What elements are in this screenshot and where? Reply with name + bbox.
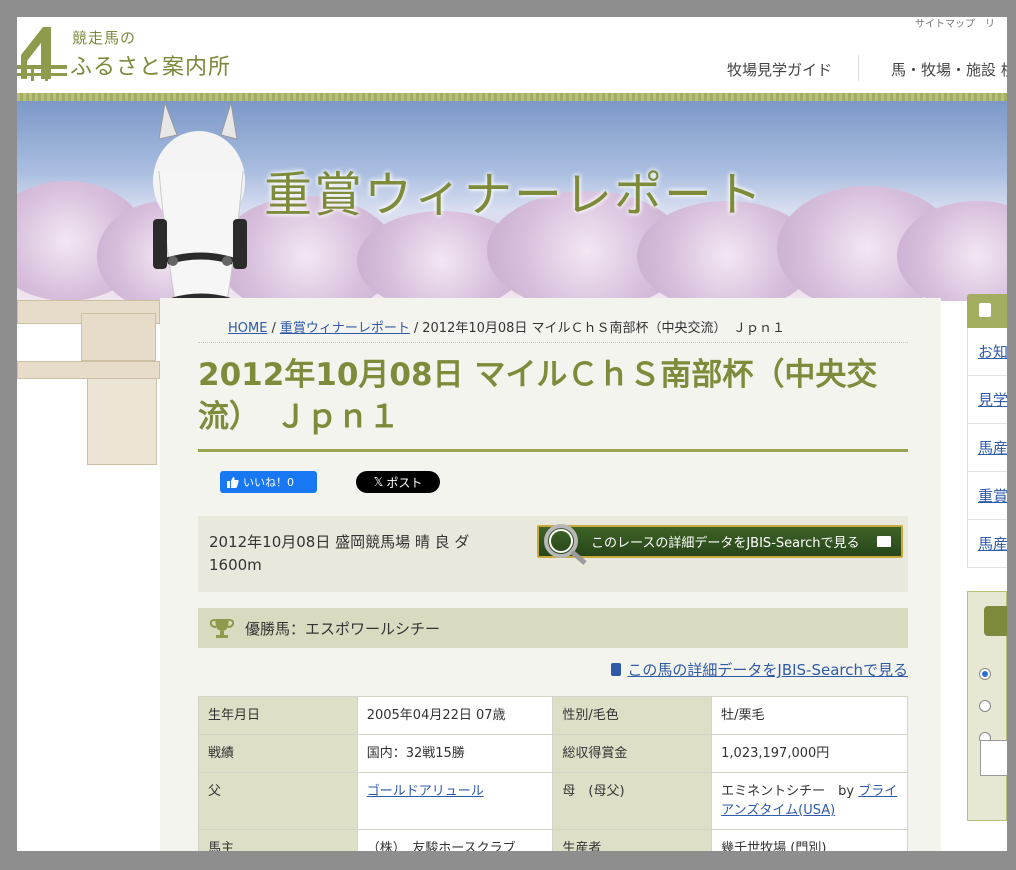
fence-rail xyxy=(17,361,160,379)
table-header-cell: 総収得賞金 xyxy=(552,734,713,773)
sidebar-item-breeding-area-2[interactable]: 馬産 xyxy=(968,520,1007,568)
search-type-radio[interactable] xyxy=(979,700,991,712)
table-value-cell: 牡/栗毛 xyxy=(711,696,908,735)
info-icon xyxy=(611,663,622,676)
winner-label: 優勝馬：エスポワールシチー xyxy=(245,619,441,638)
title-underline xyxy=(198,449,908,452)
x-post-button[interactable]: 𝕏 ポスト xyxy=(356,471,440,493)
trophy-icon xyxy=(210,619,234,638)
header-stripe xyxy=(17,93,1007,101)
horse-info-table: 生年月日 2005年04月22日 07歳 性別/毛色 牡/栗毛 戦績 国内：32… xyxy=(198,696,908,851)
race-info-box: 2012年10月08日 盛岡競馬場 晴 良 ダ 1600m このレースの詳細デー… xyxy=(198,516,908,592)
page: 競走馬の ふるさと案内所 サイトマップ リ 牧場見学ガイド 馬・牧場・施設 検 … xyxy=(17,17,1007,851)
sidebar-item-graded-winners[interactable]: 重賞 xyxy=(968,472,1007,520)
table-value-cell: 国内：32戦15勝 xyxy=(356,734,554,773)
logo-title: ふるさと案内所 xyxy=(70,55,232,80)
table-header-cell: 戦績 xyxy=(198,734,358,773)
site-header: 競走馬の ふるさと案内所 サイトマップ リ 牧場見学ガイド 馬・牧場・施設 検 xyxy=(17,17,1007,101)
jbis-race-button-label: このレースの詳細データをJBIS-Searchで見る xyxy=(591,536,860,551)
winner-bar: 優勝馬：エスポワールシチー xyxy=(198,608,908,648)
jbis-horse-link-label: この馬の詳細データをJBIS-Searchで見る xyxy=(627,661,908,679)
table-value-cell: 幾千世牧場 (門別) xyxy=(711,829,908,851)
nav-divider xyxy=(858,55,859,81)
table-value-cell: ゴールドアリュール xyxy=(356,772,554,830)
breadcrumb-current: 2012年10月08日 マイルＣｈＳ南部杯（中央交流） Ｊｐｎ１ xyxy=(422,321,786,336)
post-label: ポスト xyxy=(386,475,423,490)
monitor-icon xyxy=(877,536,891,547)
logo-subtitle: 競走馬の xyxy=(72,29,137,47)
table-header-cell: 生年月日 xyxy=(198,696,358,735)
breadcrumb: HOME / 重賞ウィナーレポート/2012年10月08日 マイルＣｈＳ南部杯（中央… xyxy=(228,321,786,336)
search-type-radio[interactable] xyxy=(979,668,991,680)
table-value-cell: エミネントシチー by ブライアンズタイム(USA) xyxy=(711,772,908,830)
breadcrumb-divider xyxy=(198,342,908,343)
sidebar-item-news[interactable]: お知 xyxy=(968,328,1007,376)
facebook-like-button[interactable]: いいね！0 xyxy=(220,471,317,493)
table-row: 馬主 （株） 友駿ホースクラブ 生産者 幾千世牧場 (門別) xyxy=(198,829,908,851)
horse-barn-logo-icon xyxy=(17,27,67,81)
sire-link[interactable]: ゴールドアリュール xyxy=(367,784,484,799)
breadcrumb-section-link[interactable]: 重賞ウィナーレポート xyxy=(280,321,410,336)
table-row: 父 ゴールドアリュール 母 (母父) エミネントシチー by ブライアンズタイム… xyxy=(198,772,908,830)
right-sidebar: お知 見学 馬産 重賞 馬産 xyxy=(967,294,1007,851)
breadcrumb-home-link[interactable]: HOME xyxy=(228,321,267,336)
table-header-cell: 父 xyxy=(198,772,358,830)
table-row: 生年月日 2005年04月22日 07歳 性別/毛色 牡/栗毛 xyxy=(198,696,908,735)
search-icon[interactable] xyxy=(984,606,1007,636)
dam-name: エミネントシチー by xyxy=(721,784,855,799)
magnifier-icon xyxy=(544,524,587,565)
table-value-cell: 1,023,197,000円 xyxy=(711,734,908,773)
fence-post xyxy=(87,375,157,465)
jbis-horse-data-link[interactable]: この馬の詳細データをJBIS-Searchで見る xyxy=(611,659,908,680)
document-icon xyxy=(979,303,991,317)
x-logo-icon: 𝕏 xyxy=(373,475,384,489)
page-title: 2012年10月08日 マイルＣｈＳ南部杯（中央交流） Ｊｐｎ１ xyxy=(198,357,878,435)
table-header-cell: 生産者 xyxy=(552,829,713,851)
sidebar-item-tour[interactable]: 見学 xyxy=(968,376,1007,424)
jbis-race-data-button[interactable]: このレースの詳細データをJBIS-Searchで見る xyxy=(537,524,903,565)
table-header-cell: 母 (母父) xyxy=(552,772,713,830)
race-info-text: 2012年10月08日 盛岡競馬場 晴 良 ダ 1600m xyxy=(209,533,470,574)
sidebar-header xyxy=(967,294,1007,328)
table-header-cell: 馬主 xyxy=(198,829,358,851)
sidebar-search-box xyxy=(967,591,1007,821)
table-value-cell: 2005年04月22日 07歳 xyxy=(356,696,554,735)
top-utility-links[interactable]: サイトマップ リ xyxy=(915,17,995,30)
site-logo[interactable]: 競走馬の ふるさと案内所 xyxy=(17,21,237,83)
table-header-cell: 性別/毛色 xyxy=(552,696,713,735)
nav-horse-farm-search[interactable]: 馬・牧場・施設 検 xyxy=(891,59,1007,80)
sidebar-search-input[interactable] xyxy=(980,740,1007,776)
table-row: 戦績 国内：32戦15勝 総収得賞金 1,023,197,000円 xyxy=(198,734,908,773)
thumbs-up-icon xyxy=(227,476,239,488)
sidebar-menu: お知 見学 馬産 重賞 馬産 xyxy=(967,328,1007,568)
main-content: HOME / 重賞ウィナーレポート/2012年10月08日 マイルＣｈＳ南部杯（中央… xyxy=(160,298,941,851)
sidebar-item-breeding-area[interactable]: 馬産 xyxy=(968,424,1007,472)
banner-title: 重賞ウィナーレポート xyxy=(264,167,765,223)
like-label: いいね！0 xyxy=(243,476,294,489)
nav-farm-tour-guide[interactable]: 牧場見学ガイド xyxy=(727,59,832,80)
table-value-cell: （株） 友駿ホースクラブ xyxy=(356,829,554,851)
